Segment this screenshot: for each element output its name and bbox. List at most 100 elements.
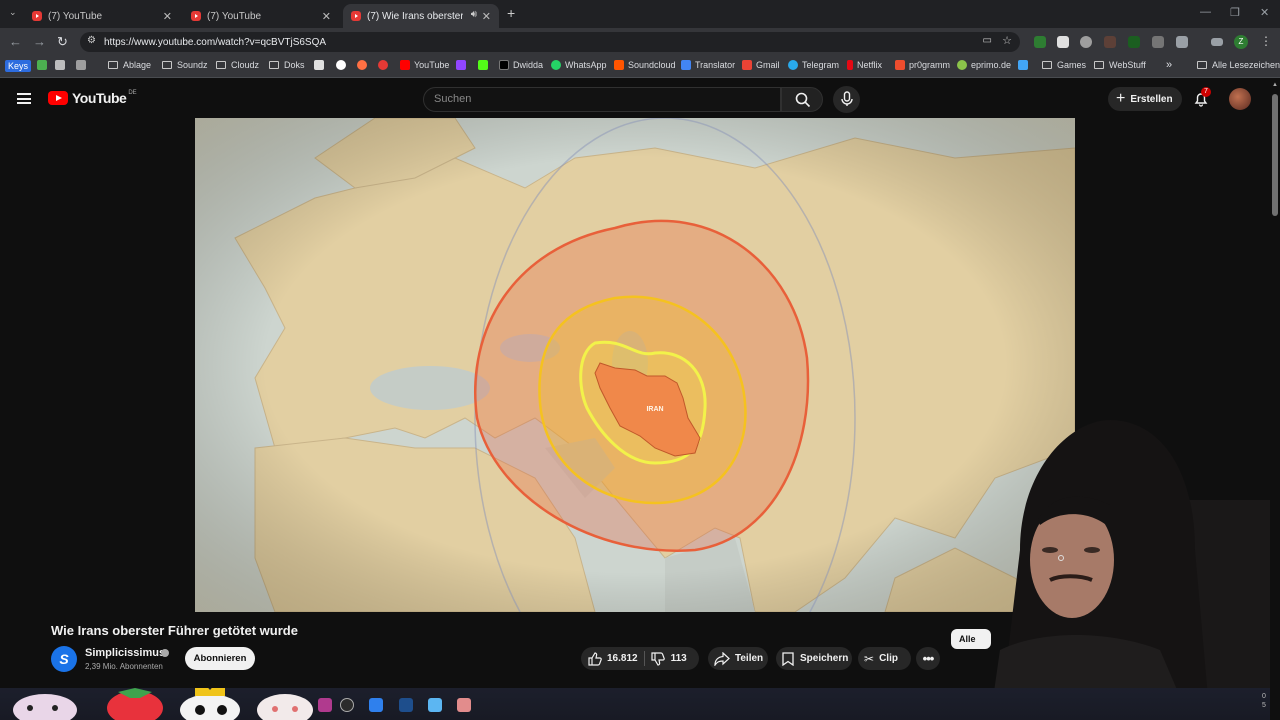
forward-arrow-icon[interactable]: → [33,34,46,49]
bookmark-folder-cloudz[interactable]: Cloudz [216,60,259,70]
voice-search-button[interactable] [833,86,860,113]
filter-chip-alle[interactable]: Alle [951,629,991,649]
bookmark-folder-ablage[interactable]: Ablage [108,60,151,70]
bookmark-icon-3[interactable] [76,60,90,70]
bookmark-netflix[interactable]: Netflix [847,60,882,70]
browser-tab-1[interactable]: (7) YouTube ✕ [24,4,180,28]
browser-toolbar: ← → ↻ ⚙ https://www.youtube.com/watch?v=… [0,28,1280,56]
restore-window-icon[interactable]: ❐ [1230,6,1240,19]
cast-icon[interactable]: ▭ [983,35,992,46]
bookmark-translator[interactable]: Translator [681,60,735,70]
extension-s-icon[interactable] [1128,36,1140,48]
bookmark-star-icon[interactable]: ☆ [1002,34,1012,47]
youtube-favicon-icon [191,11,201,21]
taskbar-app-obs-icon[interactable] [340,698,354,712]
bookmark-icon-1[interactable] [37,60,51,70]
address-bar[interactable]: ⚙ https://www.youtube.com/watch?v=qcBVTj… [80,32,1020,52]
bookmark-folder-doks[interactable]: Doks [269,60,305,70]
bookmark-icon [782,651,794,666]
like-button[interactable]: 16.812 [581,651,638,666]
notification-count-badge: 7 [1201,87,1211,97]
save-button[interactable]: Speichern [776,647,852,670]
bookmark-icon-9[interactable] [478,60,492,70]
page-scrollbar[interactable]: ▲ [1270,80,1280,720]
bookmark-whatsapp[interactable]: WhatsApp [551,60,607,70]
subscribe-button[interactable]: Abonnieren [185,647,255,670]
x-icon [499,60,509,70]
create-button[interactable]: + Erstellen [1108,87,1182,111]
search-icon [795,92,811,108]
new-tab-button[interactable]: + [507,5,515,21]
extensions-puzzle-icon[interactable] [1176,36,1188,48]
bookmark-eprimo[interactable]: eprimo.de [957,60,1011,70]
browser-tab-2[interactable]: (7) YouTube ✕ [183,4,339,28]
extension-avatar-icon[interactable] [1104,36,1116,48]
close-tab-icon[interactable]: ✕ [322,10,331,23]
folder-icon [108,61,118,69]
more-actions-button[interactable]: ••• [916,647,940,670]
tab-list-chevron-icon[interactable]: ⌄ [9,7,17,18]
reading-list-icon[interactable] [1211,38,1223,46]
bookmark-youtube[interactable]: YouTube [400,60,449,70]
youtube-favicon-icon [32,11,42,21]
bookmark-icon-10[interactable] [1018,60,1032,70]
clip-label: Clip [879,653,898,664]
bookmark-gmail[interactable]: Gmail [742,60,780,70]
video-player[interactable]: IRAN [195,118,1075,612]
scrollbar-thumb[interactable] [1272,94,1278,216]
tab-title: (7) Wie Irans oberster Führ... [367,10,463,22]
bookmark-telegram[interactable]: Telegram [788,60,839,70]
dislike-button[interactable]: 113 [650,651,687,666]
bookmark-icon-4[interactable] [314,60,328,70]
taskbar-app-6-icon[interactable] [457,698,471,712]
back-arrow-icon[interactable]: ← [9,34,22,49]
bookmarks-overflow-button[interactable]: » [1166,59,1172,71]
extension-translate-icon[interactable] [1057,36,1069,48]
minimize-window-icon[interactable]: — [1200,6,1211,18]
bookmark-pr0gramm[interactable]: pr0gramm [895,60,950,70]
taskbar-notepad-icon[interactable] [428,698,442,712]
scroll-up-arrow-icon[interactable]: ▲ [1272,82,1278,88]
bookmark-soundcloud[interactable]: Soundcloud [614,60,676,70]
bookmark-folder-webstuff[interactable]: WebStuff [1094,60,1146,70]
taskbar-app-1-icon[interactable] [318,698,332,712]
extension-shield-icon[interactable] [1034,36,1046,48]
youtube-logo[interactable]: YouTube DE [48,90,137,106]
bookmark-dwidda[interactable]: Dwidda [499,60,543,70]
close-window-icon[interactable]: ✕ [1260,6,1269,19]
create-label: Erstellen [1130,93,1173,105]
close-tab-icon[interactable]: ✕ [163,10,172,23]
account-avatar[interactable] [1229,88,1251,110]
bookmark-folder-soundz[interactable]: Soundz [162,60,208,70]
bookmark-icon-2[interactable] [55,60,69,70]
audio-playing-icon[interactable]: 🔊︎ [471,9,477,20]
iran-map-label: IRAN [646,406,663,413]
clip-button[interactable]: ✂ Clip [858,647,911,670]
browser-tab-bar: ⌄ (7) YouTube ✕ (7) YouTube ✕ (7) Wie Ir… [0,0,1280,28]
search-input[interactable] [434,93,734,105]
bookmark-icon-8[interactable] [456,60,470,70]
tray-line-1: 0 [1262,693,1266,700]
bookmark-keys[interactable]: Keys [5,60,32,72]
bookmark-icon-6[interactable] [357,60,371,70]
share-button[interactable]: Teilen [708,647,768,670]
bookmark-icon-5[interactable] [336,60,350,70]
extension-media-icon[interactable] [1080,36,1092,48]
bookmark-folder-games[interactable]: Games [1042,60,1086,70]
browser-tab-active[interactable]: (7) Wie Irans oberster Führ... 🔊︎ ✕ [343,4,499,28]
search-button[interactable] [781,87,823,112]
bookmark-icon-7[interactable] [378,60,392,70]
channel-avatar[interactable]: S [51,646,77,672]
taskbar-app-4-icon[interactable] [399,698,413,712]
profile-avatar[interactable]: Z [1234,35,1248,49]
taskbar-app-3-icon[interactable] [369,698,383,712]
all-bookmarks-folder[interactable]: Alle Lesezeichen [1197,60,1280,70]
plus-icon: + [1116,90,1126,107]
browser-menu-icon[interactable]: ⋮ [1260,34,1272,48]
close-tab-icon[interactable]: ✕ [482,10,491,23]
hamburger-menu-icon[interactable] [17,93,31,104]
site-settings-icon[interactable]: ⚙ [87,35,96,46]
extension-tab-icon[interactable] [1152,36,1164,48]
reload-icon[interactable]: ↻ [57,34,68,50]
channel-name[interactable]: Simplicissimus [85,647,165,659]
